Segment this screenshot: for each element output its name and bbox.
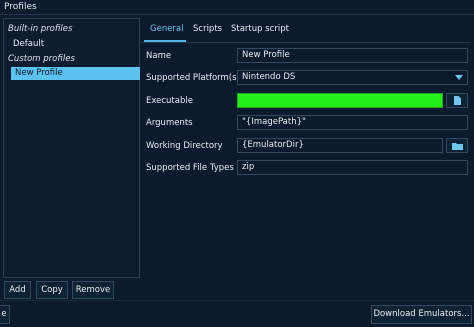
- builtin-profiles-label: Built-in profiles: [8, 24, 73, 34]
- browse-executable-button[interactable]: [446, 93, 468, 108]
- working-directory-label: Working Directory: [146, 141, 223, 151]
- footer-divider: [0, 300, 474, 301]
- profile-list[interactable]: Built-in profiles Default Custom profile…: [3, 18, 140, 278]
- file-types-field[interactable]: zip: [237, 160, 468, 175]
- platform-select-value: Nintendo DS: [242, 72, 296, 82]
- profile-item-default[interactable]: Default: [13, 39, 44, 49]
- file-types-label: Supported File Types: [146, 163, 234, 173]
- add-button[interactable]: Add: [4, 281, 31, 299]
- working-directory-field[interactable]: {EmulatorDir}: [237, 138, 443, 153]
- platform-select[interactable]: Nintendo DS: [237, 70, 468, 85]
- folder-icon: [451, 142, 463, 150]
- executable-field[interactable]: [237, 93, 443, 108]
- title-divider: [0, 14, 474, 15]
- download-emulators-button[interactable]: Download Emulators...: [371, 305, 472, 324]
- file-icon: [453, 96, 461, 105]
- arguments-field[interactable]: "{ImagePath}": [237, 115, 468, 130]
- chevron-down-icon: [455, 75, 463, 80]
- custom-profiles-label: Custom profiles: [8, 54, 75, 64]
- copy-button[interactable]: Copy: [36, 281, 68, 299]
- profile-item-new-profile[interactable]: New Profile: [11, 67, 140, 80]
- tab-startup-script[interactable]: Startup script: [231, 24, 289, 34]
- tab-scripts[interactable]: Scripts: [193, 24, 222, 34]
- remove-button[interactable]: Remove: [72, 281, 114, 299]
- window-title: Profiles: [4, 2, 37, 12]
- platform-label: Supported Platform(s): [146, 73, 240, 83]
- executable-label: Executable: [146, 96, 193, 106]
- tab-divider: [141, 42, 471, 43]
- name-label: Name: [146, 51, 172, 61]
- tab-general[interactable]: General: [150, 24, 184, 34]
- name-field[interactable]: New Profile: [237, 48, 468, 63]
- arguments-label: Arguments: [146, 118, 193, 128]
- browse-folder-button[interactable]: [446, 138, 468, 153]
- partial-left-button[interactable]: e: [0, 305, 10, 324]
